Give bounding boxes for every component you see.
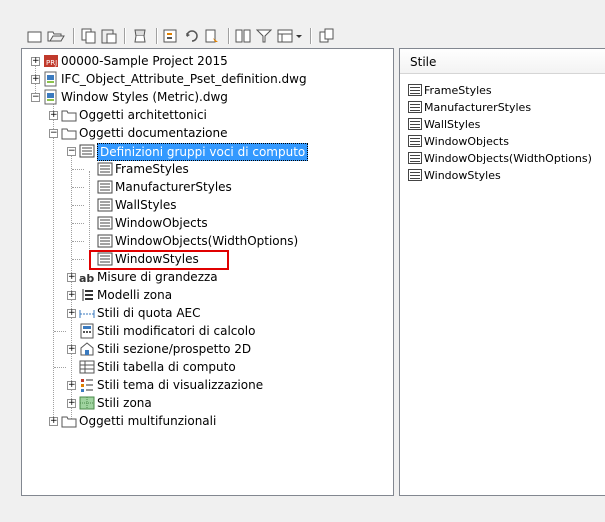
tree-item-label[interactable]: WindowObjects(WidthOptions) [115, 233, 298, 249]
style-list-item[interactable]: FrameStyles [406, 82, 492, 98]
refresh-icon[interactable] [183, 26, 201, 46]
filter-icon[interactable] [255, 26, 273, 46]
list-icon [408, 151, 422, 165]
expand-toggle-icon[interactable]: + [31, 57, 40, 66]
tree-item-label[interactable]: Stili di quota AEC [97, 305, 201, 321]
list-icon [408, 117, 422, 131]
theme-icon [79, 377, 95, 393]
tree-item-label[interactable]: Oggetti architettonici [79, 107, 207, 123]
expand-toggle-icon[interactable]: + [67, 399, 76, 408]
svg-text:ab: ab [79, 272, 94, 285]
dimension-icon [79, 305, 95, 321]
style-list-item[interactable]: ManufacturerStyles [406, 99, 531, 115]
purge-icon[interactable] [131, 26, 149, 46]
expand-toggle-icon[interactable]: + [49, 111, 58, 120]
zone-icon [79, 395, 95, 411]
list-icon [408, 168, 422, 182]
copy-icon[interactable] [80, 26, 98, 46]
style-list-item[interactable]: WallStyles [406, 116, 480, 132]
tree-item-label[interactable]: Stili modificatori di calcolo [97, 323, 255, 339]
section-icon [79, 341, 95, 357]
expand-toggle-icon[interactable]: + [67, 309, 76, 318]
drawing-icon [43, 89, 59, 105]
table-icon [79, 359, 95, 375]
style-list-item-label: WindowObjects [424, 134, 509, 148]
expand-toggle-icon[interactable]: + [67, 345, 76, 354]
tree-item-label[interactable]: FrameStyles [115, 161, 189, 177]
list-icon [97, 179, 113, 195]
dropdown-icon[interactable] [294, 26, 304, 46]
style-list-item[interactable]: WindowObjects [406, 133, 509, 149]
compare-icon[interactable] [234, 26, 252, 46]
toolbar [0, 0, 605, 44]
export-icon[interactable] [318, 26, 336, 46]
drawing-icon [43, 71, 59, 87]
folder-icon [61, 125, 77, 141]
list-icon [97, 161, 113, 177]
tree-item-label[interactable]: Definizioni gruppi voci di computo [97, 143, 309, 161]
tree-item-label[interactable]: WallStyles [115, 197, 177, 213]
tree-item-label[interactable]: Stili tema di visualizzazione [97, 377, 263, 393]
tree-item-label[interactable]: Oggetti documentazione [79, 125, 227, 141]
tree-view[interactable]: + PRJ 00000-Sample Project 2015 + IFC_Object… [21, 48, 394, 496]
collapse-toggle-icon[interactable]: − [31, 93, 40, 102]
style-list-item-label: WindowObjects(WidthOptions) [424, 151, 592, 165]
project-icon: PRJ [43, 53, 59, 69]
style-list-item-label: WallStyles [424, 117, 481, 131]
list-icon [97, 233, 113, 249]
style-icon[interactable] [203, 26, 221, 46]
expand-toggle-icon[interactable]: + [49, 417, 58, 426]
tree-item-label[interactable]: Oggetti multifunzionali [79, 413, 216, 429]
collapse-toggle-icon[interactable]: − [67, 147, 76, 156]
expand-toggle-icon[interactable]: + [67, 273, 76, 282]
column-header-label: Stile [410, 55, 437, 69]
style-list-item-label: ManufacturerStyles [424, 100, 532, 114]
expand-toggle-icon[interactable]: + [67, 381, 76, 390]
svg-text:PRJ: PRJ [46, 59, 57, 67]
collapse-toggle-icon[interactable]: − [49, 129, 58, 138]
expand-toggle-icon[interactable]: + [67, 291, 76, 300]
tree-item-label[interactable]: 00000-Sample Project 2015 [61, 53, 228, 69]
paste-icon[interactable] [100, 26, 118, 46]
tree-item-label[interactable]: Modelli zona [97, 287, 172, 303]
expand-toggle-icon[interactable]: + [31, 75, 40, 84]
folder-icon [61, 413, 77, 429]
list-icon [408, 83, 422, 97]
zone-template-icon [79, 287, 95, 303]
style-list-item-label: FrameStyles [424, 83, 492, 97]
tree-item-label[interactable]: Window Styles (Metric).dwg [61, 89, 228, 105]
tree-item-label[interactable]: Stili tabella di computo [97, 359, 236, 375]
style-list-panel[interactable]: Stile FrameStyles ManufacturerStyles WallS… [399, 48, 605, 496]
new-icon[interactable] [26, 26, 44, 46]
list-icon [97, 251, 113, 267]
list-icon [97, 215, 113, 231]
tree-item-label[interactable]: Stili zona [97, 395, 152, 411]
tree-item-label[interactable]: Stili sezione/prospetto 2D [97, 341, 251, 357]
column-header[interactable]: Stile [400, 49, 605, 74]
tree-item-label[interactable]: ManufacturerStyles [115, 179, 232, 195]
folder-icon [61, 107, 77, 123]
list-icon [79, 143, 95, 159]
style-list-item-label: WindowStyles [424, 168, 501, 182]
view-icon[interactable] [276, 26, 294, 46]
tree-item-label[interactable]: IFC_Object_Attribute_Pset_definition.dwg [61, 71, 307, 87]
tree-item-label[interactable]: WindowObjects [115, 215, 208, 231]
list-icon [97, 197, 113, 213]
style-list-item[interactable]: WindowObjects(WidthOptions) [406, 150, 592, 166]
tree-item-label[interactable]: WindowStyles [115, 251, 199, 267]
tree-item-label[interactable]: Misure di grandezza [97, 269, 218, 285]
open-icon[interactable] [46, 26, 66, 46]
list-icon [408, 100, 422, 114]
calc-icon [79, 323, 95, 339]
list-icon [408, 134, 422, 148]
style-list-item[interactable]: WindowStyles [406, 167, 501, 183]
properties-icon[interactable] [162, 26, 180, 46]
ab-icon: ab [79, 269, 95, 285]
